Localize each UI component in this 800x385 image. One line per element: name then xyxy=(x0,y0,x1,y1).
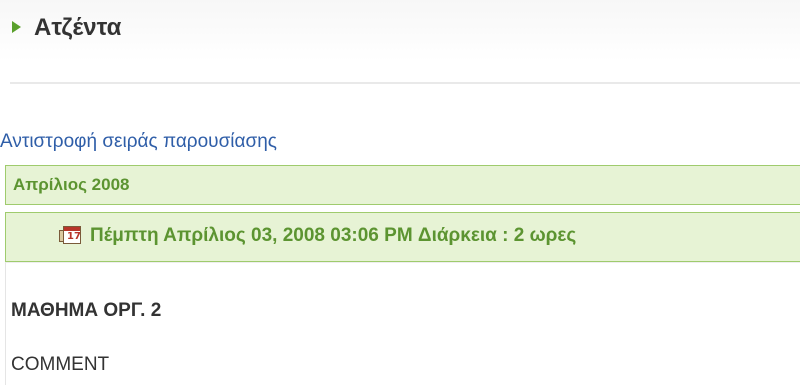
event-subject: ΜΑΘΗΜΑ ΟΡΓ. 2 xyxy=(11,300,162,321)
triangle-right-icon xyxy=(12,21,21,33)
reverse-order-link[interactable]: Αντιστροφή σειράς παρουσίασης xyxy=(0,129,277,155)
page-title: Ατζέντα xyxy=(34,14,122,41)
month-group-header: Απρίλιος 2008 xyxy=(5,165,800,205)
header-divider xyxy=(10,82,800,84)
event-comment: COMMENT xyxy=(11,354,110,375)
event-header: 17 Πέμπτη Απρίλιος 03, 2008 03:06 PM Διά… xyxy=(5,212,800,262)
month-label: Απρίλιος 2008 xyxy=(13,175,130,194)
calendar-icon: 17 xyxy=(59,226,81,244)
calendar-icon-binding xyxy=(59,230,64,242)
page-header: Ατζέντα xyxy=(0,0,800,62)
calendar-icon-number: 17 xyxy=(67,231,81,242)
event-title: Πέμπτη Απρίλιος 03, 2008 03:06 PM Διάρκε… xyxy=(90,225,577,246)
event-body xyxy=(5,262,800,385)
